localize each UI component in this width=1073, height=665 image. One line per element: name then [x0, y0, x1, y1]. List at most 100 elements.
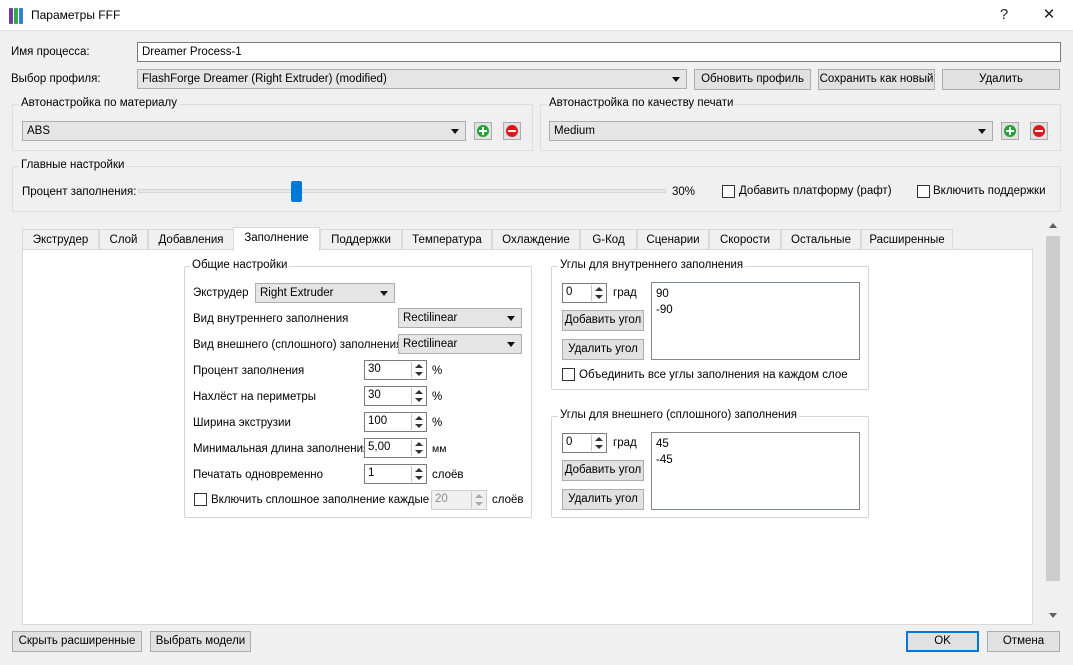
scroll-up-icon[interactable]	[1049, 223, 1057, 228]
add-material-button[interactable]	[474, 122, 492, 140]
overlap-label: Нахлёст на периметры	[193, 391, 317, 403]
hide-advanced-button[interactable]: Скрыть расширенные	[12, 631, 142, 652]
external-add-angle-button[interactable]: Добавить угол	[562, 460, 644, 481]
tab-additions[interactable]: Добавления	[148, 229, 234, 250]
extruder-select-value: Right Extruder	[260, 287, 334, 299]
tab-extruder[interactable]: Экструдер	[22, 229, 99, 250]
infill-slider-track[interactable]	[138, 189, 666, 193]
min-length-spinbox[interactable]: 5,00	[364, 438, 427, 458]
spin-down-icon[interactable]	[415, 450, 423, 454]
raft-label: Добавить платформу (рафт)	[739, 185, 892, 197]
internal-angle-unit: град	[613, 287, 637, 299]
extrusion-width-spinbox[interactable]: 100	[364, 412, 427, 432]
spin-up-icon[interactable]	[475, 494, 483, 498]
overlap-spinbox[interactable]: 30	[364, 386, 427, 406]
solid-every-spinbox[interactable]: 20	[431, 490, 487, 510]
profile-select[interactable]: FlashForge Dreamer (Right Extruder) (mod…	[137, 69, 687, 89]
infill-percent-label: Процент заполнения	[193, 365, 305, 377]
plus-icon	[477, 125, 489, 137]
tab-layer[interactable]: Слой	[99, 229, 148, 250]
cancel-button[interactable]: Отмена	[987, 631, 1060, 652]
infill-percent-spinbox[interactable]: 30	[364, 360, 427, 380]
remove-material-button[interactable]	[503, 122, 521, 140]
tab-advanced[interactable]: Расширенные	[861, 229, 953, 250]
internal-angles-list[interactable]: 90 -90	[651, 282, 860, 360]
scrollbar-thumb[interactable]	[1046, 236, 1060, 581]
list-item[interactable]: 90	[656, 286, 855, 302]
external-fill-label: Вид внешнего (сплошного) заполнения	[193, 339, 403, 351]
print-together-spinbox[interactable]: 1	[364, 464, 427, 484]
spin-down-icon[interactable]	[415, 424, 423, 428]
spin-up-icon[interactable]	[415, 442, 423, 446]
spin-up-icon[interactable]	[415, 468, 423, 472]
overlap-unit: %	[432, 391, 443, 403]
spin-up-icon[interactable]	[595, 287, 603, 291]
delete-profile-button[interactable]: Удалить	[942, 69, 1060, 90]
print-together-value: 1	[368, 467, 375, 479]
solid-every-label: Включить сплошное заполнение каждые	[211, 494, 430, 506]
profile-select-value: FlashForge Dreamer (Right Extruder) (mod…	[142, 73, 387, 85]
material-select[interactable]: ABS	[22, 121, 466, 141]
solid-every-value: 20	[435, 493, 448, 505]
extruder-label: Экструдер	[193, 287, 249, 299]
combine-angles-checkbox[interactable]	[562, 368, 575, 381]
internal-fill-select[interactable]: Rectilinear	[398, 308, 522, 328]
update-profile-button[interactable]: Обновить профиль	[694, 69, 811, 90]
spin-up-icon[interactable]	[415, 416, 423, 420]
internal-remove-angle-button[interactable]: Удалить угол	[562, 339, 644, 360]
spin-down-icon[interactable]	[595, 445, 603, 449]
tab-gcode[interactable]: G-Код	[580, 229, 637, 250]
spin-down-icon[interactable]	[475, 502, 483, 506]
infill-percent-unit: %	[432, 365, 443, 377]
external-angle-spinbox[interactable]: 0	[562, 433, 607, 453]
remove-quality-button[interactable]	[1030, 122, 1048, 140]
chevron-down-icon	[380, 291, 388, 296]
solid-every-checkbox[interactable]	[194, 493, 207, 506]
extrusion-width-unit: %	[432, 417, 443, 429]
supports-checkbox[interactable]	[917, 185, 930, 198]
print-together-label: Печатать одновременно	[193, 469, 324, 481]
tab-scripts[interactable]: Сценарии	[637, 229, 709, 250]
spin-down-icon[interactable]	[595, 295, 603, 299]
internal-angle-spinbox[interactable]: 0	[562, 283, 607, 303]
tab-speeds[interactable]: Скорости	[709, 229, 781, 250]
plus-icon	[1004, 125, 1016, 137]
tab-cooling[interactable]: Охлаждение	[492, 229, 580, 250]
save-as-new-button[interactable]: Сохранить как новый	[818, 69, 935, 90]
spin-up-icon[interactable]	[415, 364, 423, 368]
material-autoconfig-title: Автонастройка по материалу	[19, 97, 179, 109]
tab-supports[interactable]: Поддержки	[320, 229, 402, 250]
tab-infill[interactable]: Заполнение	[233, 227, 320, 251]
add-quality-button[interactable]	[1001, 122, 1019, 140]
print-together-unit: слоёв	[432, 469, 464, 481]
combine-angles-label: Объединить все углы заполнения на каждом…	[579, 369, 848, 381]
list-item[interactable]: 45	[656, 436, 855, 452]
raft-checkbox[interactable]	[722, 185, 735, 198]
extruder-select[interactable]: Right Extruder	[255, 283, 395, 303]
external-fill-value: Rectilinear	[403, 338, 458, 350]
spin-down-icon[interactable]	[415, 372, 423, 376]
external-remove-angle-button[interactable]: Удалить угол	[562, 489, 644, 510]
spin-down-icon[interactable]	[415, 398, 423, 402]
close-button[interactable]: ✕	[1026, 0, 1072, 31]
chevron-down-icon	[672, 77, 680, 82]
process-name-input[interactable]: Dreamer Process-1	[137, 42, 1061, 62]
external-fill-select[interactable]: Rectilinear	[398, 334, 522, 354]
infill-slider-thumb[interactable]	[290, 181, 302, 202]
ok-button[interactable]: OK	[906, 631, 979, 652]
quality-select[interactable]: Medium	[549, 121, 993, 141]
internal-angles-title: Углы для внутреннего заполнения	[558, 259, 746, 271]
select-models-button[interactable]: Выбрать модели	[150, 631, 251, 652]
internal-add-angle-button[interactable]: Добавить угол	[562, 310, 644, 331]
scroll-down-icon[interactable]	[1049, 613, 1057, 618]
tab-other[interactable]: Остальные	[781, 229, 861, 250]
spin-down-icon[interactable]	[415, 476, 423, 480]
spin-up-icon[interactable]	[595, 437, 603, 441]
tab-temperature[interactable]: Температура	[402, 229, 492, 250]
list-item[interactable]: -45	[656, 452, 855, 468]
external-angles-list[interactable]: 45 -45	[651, 432, 860, 510]
list-item[interactable]: -90	[656, 302, 855, 318]
extrusion-width-value: 100	[368, 415, 388, 427]
help-button[interactable]: ?	[981, 0, 1027, 31]
spin-up-icon[interactable]	[415, 390, 423, 394]
